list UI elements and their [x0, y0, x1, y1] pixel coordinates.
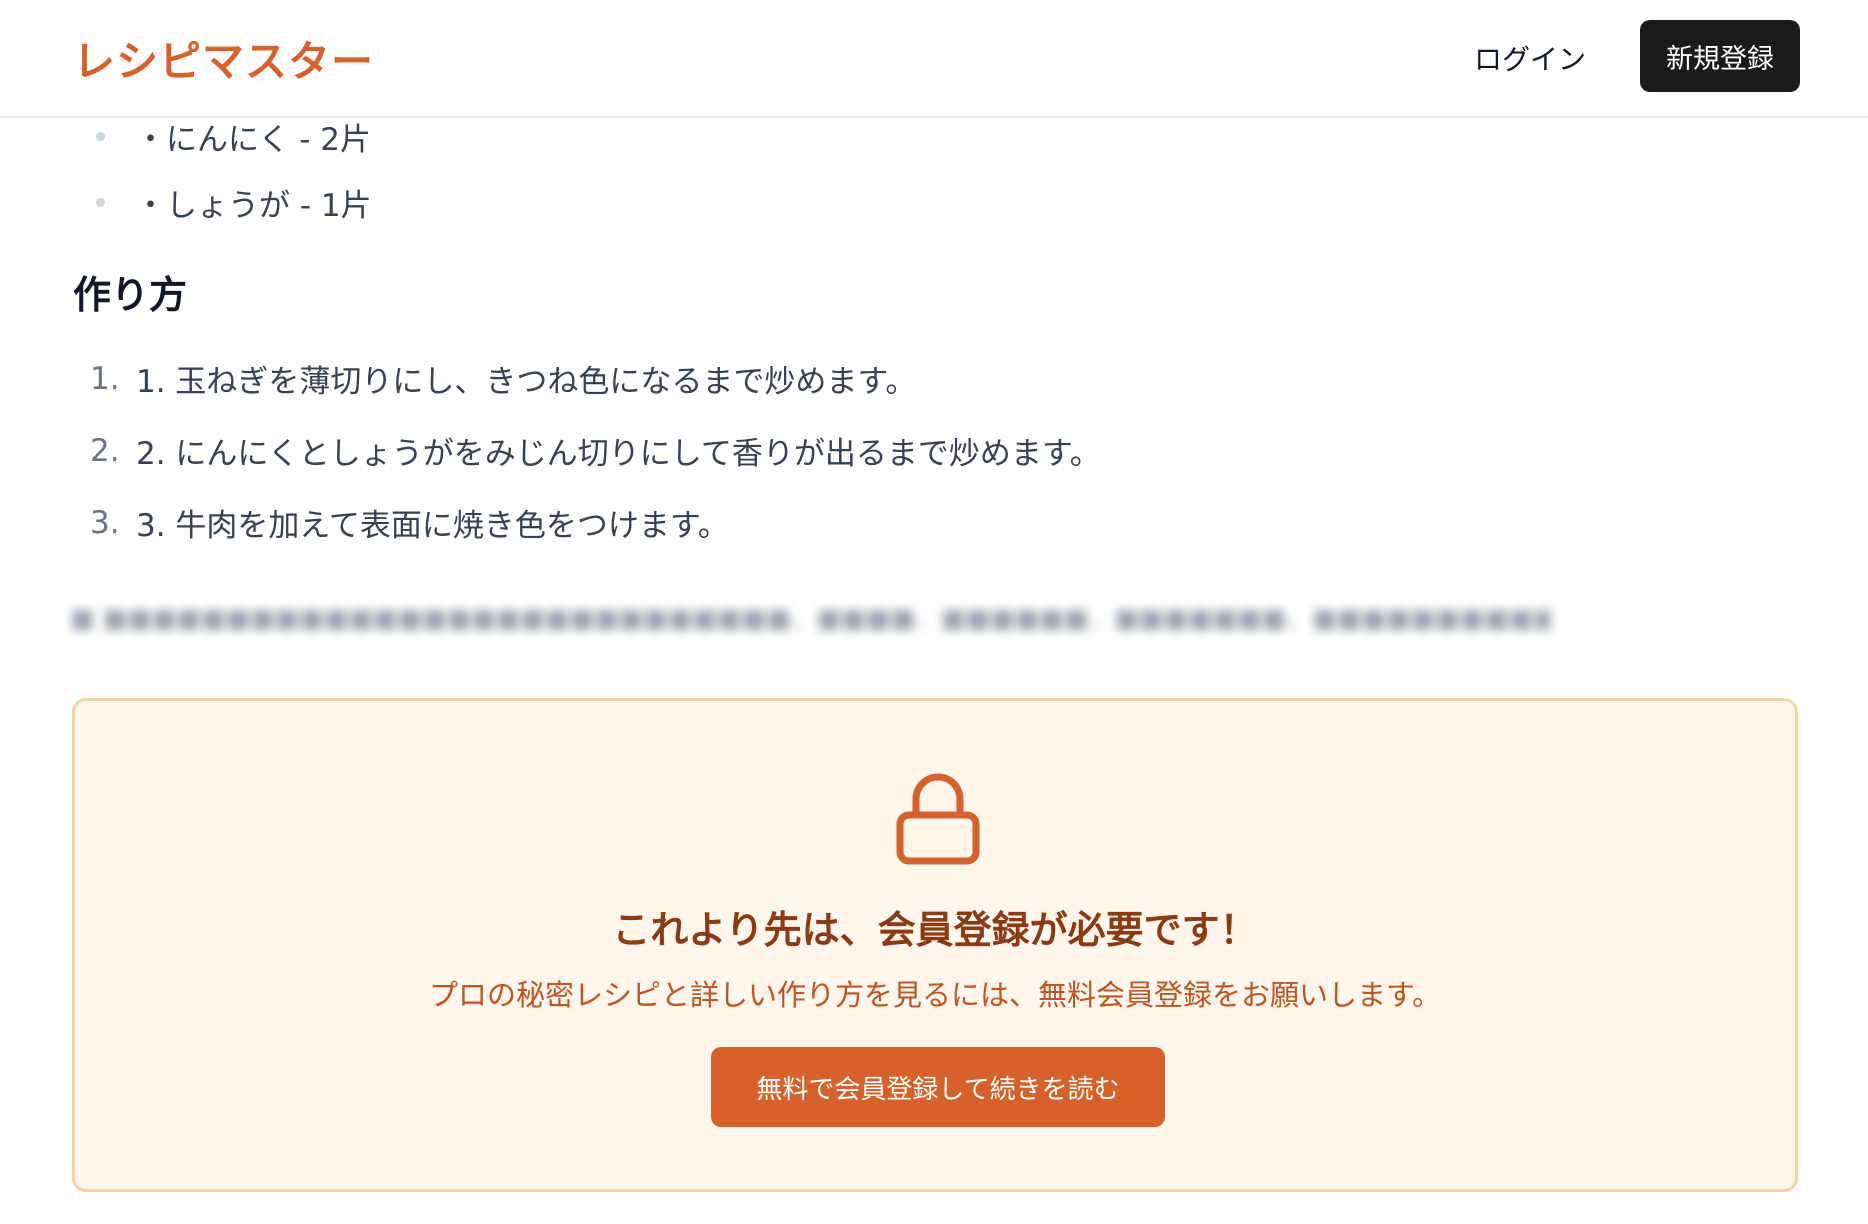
bullet-icon [96, 132, 105, 141]
paywall-title: これより先は、会員登録が必要です！ [612, 908, 1258, 952]
step-text: 2. にんにくとしょうがをみじん切りにして香りが出るまで炒めます。 [136, 436, 1101, 472]
step-number: 3. [90, 504, 120, 541]
lock-icon [896, 773, 980, 865]
method-step: 1. 1. 玉ねぎを薄切りにし、きつね色になるまで炒めます。 [90, 356, 916, 401]
register-to-continue-button[interactable]: 無料で会員登録して続きを読む [711, 1047, 1165, 1127]
bullet-icon [96, 198, 105, 207]
step-text: 3. 牛肉を加えて表面に焼き色をつけます。 [136, 508, 729, 544]
step-text: 1. 玉ねぎを薄切りにし、きつね色になるまで炒めます。 [136, 364, 917, 400]
site-logo[interactable]: レシピマスター [73, 28, 374, 89]
ingredient-item: ・しょうが - 1片 [96, 180, 372, 225]
ingredient-item: ・にんにく - 2片 [96, 114, 371, 159]
blurred-preview-text: ■ ■■■■■■■■■■■■■■■■■■■■■■■■■■■■、■■■■、■■■■… [70, 604, 1550, 634]
login-link[interactable]: ログイン [1474, 38, 1586, 78]
step-number: 2. [90, 432, 120, 469]
method-step: 2. 2. にんにくとしょうがをみじん切りにして香りが出るまで炒めます。 [90, 428, 1101, 473]
method-step: 3. 3. 牛肉を加えて表面に焼き色をつけます。 [90, 500, 729, 545]
paywall-description: プロの秘密レシピと詳しい作り方を見るには、無料会員登録をお願いします。 [428, 978, 1442, 1012]
step-number: 1. [90, 360, 120, 397]
paywall-box: これより先は、会員登録が必要です！ プロの秘密レシピと詳しい作り方を見るには、無… [72, 698, 1798, 1192]
signup-button[interactable]: 新規登録 [1640, 20, 1800, 92]
site-header: レシピマスター ログイン 新規登録 [0, 0, 1868, 118]
ingredient-text: ・しょうが - 1片 [135, 188, 372, 224]
ingredient-text: ・にんにく - 2片 [135, 122, 371, 158]
method-heading: 作り方 [73, 273, 188, 317]
